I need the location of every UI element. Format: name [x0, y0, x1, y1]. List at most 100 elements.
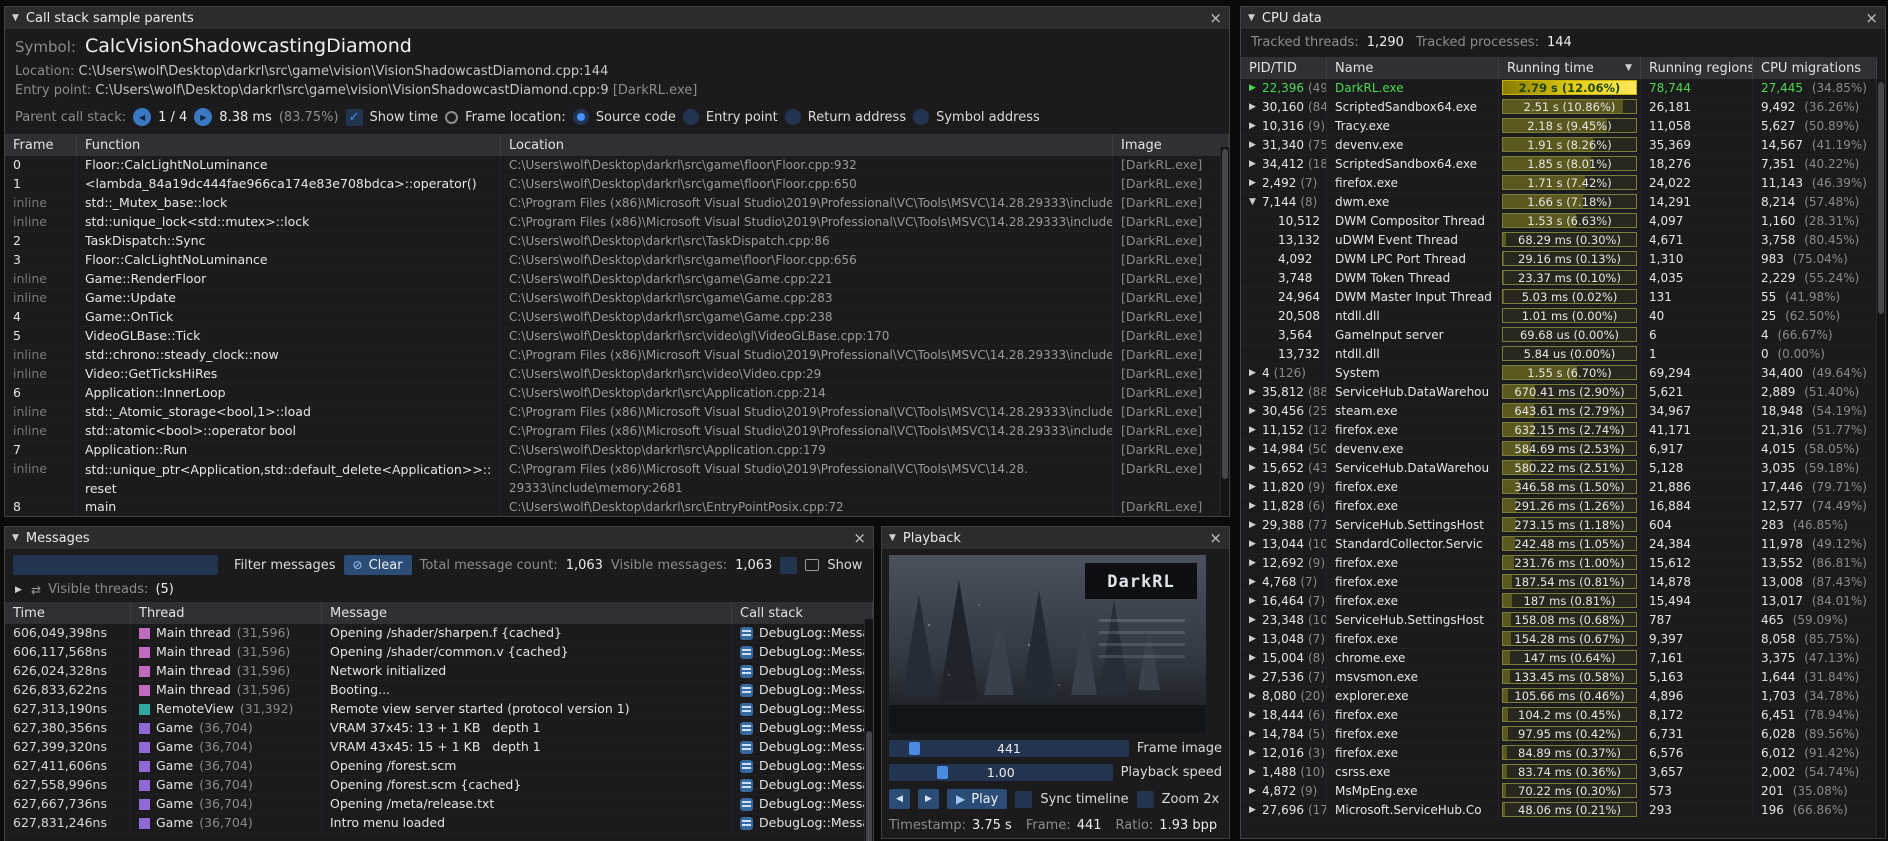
callstack-row[interactable]: inline std::_Mutex_base::lock C:\Program… — [5, 194, 1229, 213]
callstack-row[interactable]: inline Game::Update C:\Users\wolf\Deskto… — [5, 289, 1229, 308]
filter-input[interactable] — [13, 555, 218, 575]
expand-icon[interactable]: ▶ — [1249, 744, 1258, 762]
col-name[interactable]: Name — [1327, 57, 1499, 79]
show-time-checkbox[interactable]: ✓ — [346, 109, 363, 126]
close-icon[interactable]: × — [853, 531, 866, 546]
col-running-time[interactable]: Running time ▼ — [1499, 57, 1641, 79]
cpu-row[interactable]: ▶ 22,396 (49) DarkRL.exe 2.79 s (12.06%)… — [1241, 79, 1877, 98]
cpu-row[interactable]: ▶ 1,488 (10) csrss.exe 83.74 ms (0.36%) … — [1241, 763, 1877, 782]
prev-frame-button[interactable]: ◀ — [889, 789, 910, 809]
radio-symbol-address[interactable] — [913, 109, 929, 125]
close-icon[interactable]: × — [1209, 531, 1222, 546]
expand-icon[interactable]: ▶ — [1249, 706, 1258, 724]
expand-icon[interactable]: ▶ — [1249, 725, 1258, 743]
message-row[interactable]: 606,049,398ns Main thread (31,596) Openi… — [5, 624, 873, 643]
callstack-row[interactable]: inline Video::GetTicksHiRes C:\Users\wol… — [5, 365, 1229, 384]
col-callstack[interactable]: Call stack — [732, 602, 873, 624]
col-image[interactable]: Image — [1113, 134, 1229, 156]
cpu-row[interactable]: ▶ 4,872 (9) MsMpEng.exe 70.22 ms (0.30%)… — [1241, 782, 1877, 801]
expand-icon[interactable]: ▶ — [1249, 402, 1258, 420]
vertical-scrollbar[interactable] — [1220, 147, 1229, 516]
message-row[interactable]: 626,024,328ns Main thread (31,596) Netwo… — [5, 662, 873, 681]
cpu-row[interactable]: ▶ 18,444 (6) firefox.exe 104.2 ms (0.45%… — [1241, 706, 1877, 725]
expand-icon[interactable]: ▶ — [1249, 98, 1258, 116]
callstack-row[interactable]: inline std::unique_ptr<Application,std::… — [5, 460, 1229, 498]
scrollbar-thumb[interactable] — [866, 731, 872, 841]
expand-icon[interactable]: ▼ — [1249, 193, 1258, 211]
collapse-icon[interactable]: ▼ — [889, 533, 896, 543]
cpu-row[interactable]: 10,512 DWM Compositor Thread 1.53 s (6.6… — [1241, 212, 1877, 231]
radio-entry-point[interactable] — [683, 109, 699, 125]
message-row[interactable]: 627,411,606ns Game (36,704) Opening /for… — [5, 757, 873, 776]
cpu-row[interactable]: ▼ 7,144 (8) dwm.exe 1.66 s (7.18%) 14,29… — [1241, 193, 1877, 212]
next-frame-button[interactable]: ▶ — [918, 789, 939, 809]
message-row[interactable]: 627,399,320ns Game (36,704) VRAM 43x45: … — [5, 738, 873, 757]
cpu-row[interactable]: ▶ 4 (126) System 1.55 s (6.70%) 69,294 3… — [1241, 364, 1877, 383]
cpu-titlebar[interactable]: ▼ CPU data × — [1241, 7, 1885, 29]
col-time[interactable]: Time — [5, 602, 131, 624]
expand-icon[interactable]: ▶ — [1249, 516, 1258, 534]
expand-icon[interactable]: ▶ — [1249, 421, 1258, 439]
cpu-row[interactable]: ▶ 34,412 (18) ScriptedSandbox64.exe 1.85… — [1241, 155, 1877, 174]
cpu-row[interactable]: ▶ 27,696 (17) Microsoft.ServiceHub.Co 48… — [1241, 801, 1877, 820]
playback-titlebar[interactable]: ▼ Playback × — [882, 527, 1229, 549]
cpu-row[interactable]: ▶ 35,812 (88) ServiceHub.DataWarehou 670… — [1241, 383, 1877, 402]
cpu-row[interactable]: ▶ 15,652 (43) ServiceHub.DataWarehou 580… — [1241, 459, 1877, 478]
next-parent-button[interactable]: ▶ — [194, 108, 212, 126]
cpu-row[interactable]: 24,964 DWM Master Input Thread 5.03 ms (… — [1241, 288, 1877, 307]
expand-icon[interactable]: ▶ — [1249, 383, 1258, 401]
cpu-row[interactable]: ▶ 29,388 (77) ServiceHub.SettingsHost 27… — [1241, 516, 1877, 535]
expand-icon[interactable]: ▶ — [1249, 782, 1258, 800]
expand-icon[interactable]: ▶ — [1249, 136, 1258, 154]
cpu-row[interactable]: ▶ 30,456 (25) steam.exe 643.61 ms (2.79%… — [1241, 402, 1877, 421]
callstack-icon[interactable] — [740, 646, 753, 659]
radio-return-address[interactable] — [785, 109, 801, 125]
cpu-row[interactable]: ▶ 30,160 (84) ScriptedSandbox64.exe 2.51… — [1241, 98, 1877, 117]
col-message[interactable]: Message — [322, 602, 732, 624]
close-icon[interactable]: × — [1209, 11, 1222, 26]
col-cpu-migrations[interactable]: CPU migrations — [1753, 57, 1877, 79]
vertical-scrollbar[interactable] — [864, 619, 873, 841]
expand-icon[interactable]: ▶ — [1249, 668, 1258, 686]
radio-source-code[interactable] — [573, 109, 589, 125]
zoom-2x-checkbox[interactable] — [1137, 791, 1154, 808]
cpu-row[interactable]: 3,564 GameInput server 69.68 us (0.00%) … — [1241, 326, 1877, 345]
expand-icon[interactable]: ▶ — [1249, 440, 1258, 458]
cpu-row[interactable]: 20,508 ntdll.dll 1.01 ms (0.00%) 40 25 (… — [1241, 307, 1877, 326]
cpu-row[interactable]: ▶ 11,828 (6) firefox.exe 291.26 ms (1.26… — [1241, 497, 1877, 516]
expand-icon[interactable]: ▶ — [1249, 79, 1258, 97]
message-row[interactable]: 627,667,736ns Game (36,704) Opening /met… — [5, 795, 873, 814]
collapse-icon[interactable]: ▼ — [12, 13, 19, 23]
visible-threads-toggle[interactable]: ▶ ⇄ Visible threads: (5) — [15, 581, 863, 598]
callstack-icon[interactable] — [740, 722, 753, 735]
callstack-icon[interactable] — [740, 703, 753, 716]
col-location[interactable]: Location — [501, 134, 1113, 156]
message-row[interactable]: 627,831,246ns Game (36,704) Intro menu l… — [5, 814, 873, 833]
callstack-row[interactable]: 5 VideoGLBase::Tick C:\Users\wolf\Deskto… — [5, 327, 1229, 346]
callstack-row[interactable]: inline std::unique_lock<std::mutex>::loc… — [5, 213, 1229, 232]
expand-icon[interactable]: ▶ — [1249, 174, 1258, 192]
callstack-row[interactable]: 4 Game::OnTick C:\Users\wolf\Desktop\dar… — [5, 308, 1229, 327]
col-running-regions[interactable]: Running regions — [1641, 57, 1753, 79]
cpu-row[interactable]: 4,092 DWM LPC Port Thread 29.16 ms (0.13… — [1241, 250, 1877, 269]
callstack-row[interactable]: inline std::atomic<bool>::operator bool … — [5, 422, 1229, 441]
callstack-row[interactable]: 8 main C:\Users\wolf\Desktop\darkrl\src\… — [5, 498, 1229, 517]
expand-icon[interactable]: ▶ — [1249, 459, 1258, 477]
cpu-row[interactable]: ▶ 10,316 (9) Tracy.exe 2.18 s (9.45%) 11… — [1241, 117, 1877, 136]
expand-icon[interactable]: ▶ — [1249, 535, 1258, 553]
message-row[interactable]: 626,833,622ns Main thread (31,596) Booti… — [5, 681, 873, 700]
cpu-row[interactable]: ▶ 12,692 (9) firefox.exe 231.76 ms (1.00… — [1241, 554, 1877, 573]
clear-button[interactable]: ⊘ Clear — [344, 555, 412, 575]
cpu-row[interactable]: ▶ 23,348 (106) ServiceHub.SettingsHost 1… — [1241, 611, 1877, 630]
expand-icon[interactable]: ▶ — [1249, 630, 1258, 648]
message-row[interactable]: 627,558,996ns Game (36,704) Opening /for… — [5, 776, 873, 795]
prev-parent-button[interactable]: ◀ — [133, 108, 151, 126]
cpu-row[interactable]: 13,732 ntdll.dll 5.84 us (0.00%) 1 0 (0.… — [1241, 345, 1877, 364]
scrollbar-thumb[interactable] — [1222, 149, 1228, 479]
callstack-titlebar[interactable]: ▼ Call stack sample parents × — [5, 7, 1229, 29]
callstack-icon[interactable] — [740, 665, 753, 678]
col-pid-tid[interactable]: PID/TID — [1241, 57, 1327, 79]
callstack-icon[interactable] — [740, 779, 753, 792]
collapse-icon[interactable]: ▼ — [1248, 13, 1255, 23]
callstack-icon[interactable] — [740, 760, 753, 773]
